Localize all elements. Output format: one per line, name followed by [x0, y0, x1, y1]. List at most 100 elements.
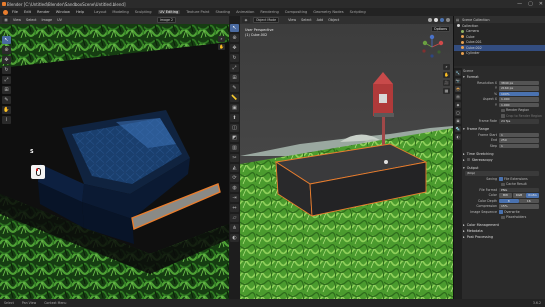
object-tab-icon[interactable]: ▣ — [455, 118, 461, 124]
annotate-tool-icon[interactable]: ✎ — [2, 96, 11, 104]
uv-image-canvas[interactable] — [0, 24, 229, 299]
tab-sculpting[interactable]: Sculpting — [135, 10, 152, 14]
relax-tool-icon[interactable]: ⌇ — [2, 116, 11, 124]
shrink-fatten-icon[interactable]: ⇔ — [230, 204, 239, 212]
cursor-tool-icon[interactable]: ⊕ — [2, 46, 11, 54]
outliner[interactable]: ▤ Scene Collection Collection Camera Cub… — [454, 16, 545, 66]
view-layer-tab-icon[interactable]: ▤ — [455, 94, 461, 100]
tool-tab-icon[interactable]: 🔧 — [455, 70, 461, 76]
zoom-icon[interactable]: ⌕ — [218, 36, 225, 42]
world-tab-icon[interactable]: ◯ — [455, 110, 461, 116]
select-box-icon[interactable]: ↖ — [230, 24, 239, 32]
frame-start-field[interactable]: 1 — [499, 132, 539, 137]
material-tab-icon[interactable]: ◐ — [455, 134, 461, 140]
tab-uv-editing[interactable]: UV Editing — [157, 10, 181, 14]
frame-step-field[interactable]: 1 — [499, 143, 539, 148]
uv-editor[interactable]: ▦ View Select Image UV Image 2 ↖ ⊕ ✥ ↻ ⤢… — [0, 16, 229, 299]
rotate-icon[interactable]: ↻ — [230, 54, 239, 62]
overwrite-checkbox[interactable] — [499, 210, 503, 214]
annotate-icon[interactable]: ✎ — [230, 84, 239, 92]
post-processing-panel-header[interactable]: ▸ Post Processing — [463, 234, 545, 240]
object-mode-dropdown[interactable]: Object Mode — [253, 17, 280, 23]
vp-menu-select[interactable]: Select — [301, 18, 311, 22]
file-format-dropdown[interactable]: PNG — [499, 187, 539, 192]
pan-icon[interactable]: ✋ — [218, 44, 225, 50]
stereoscopy-panel-header[interactable]: ▸ Stereoscopy — [463, 157, 545, 163]
color-rgba-button[interactable]: RGBA — [526, 193, 539, 198]
knife-icon[interactable]: ✂ — [230, 154, 239, 162]
tab-geometry-nodes[interactable]: Geometry Nodes — [313, 10, 343, 14]
uv-menu-image[interactable]: Image — [42, 18, 53, 22]
tab-texture-paint[interactable]: Texture Paint — [186, 10, 209, 14]
scale-tool-icon[interactable]: ⤢ — [2, 76, 11, 84]
minimize-button[interactable]: — — [517, 1, 522, 7]
select-tool-icon[interactable]: ↖ — [2, 36, 11, 44]
rip-icon[interactable]: ⋔ — [230, 224, 239, 232]
uv-menu-select[interactable]: Select — [26, 18, 36, 22]
menu-window[interactable]: Window — [56, 10, 70, 14]
output-path-field[interactable]: /tmp\ — [465, 171, 539, 176]
menu-file[interactable]: File — [12, 10, 18, 14]
frame-end-field[interactable]: 250 — [499, 138, 539, 143]
close-button[interactable]: ✕ — [539, 1, 543, 7]
editor-type-icon[interactable]: ▦ — [2, 17, 10, 23]
tab-compositing[interactable]: Compositing — [285, 10, 308, 14]
scale-icon[interactable]: ⤢ — [230, 64, 239, 72]
vp-menu-add[interactable]: Add — [317, 18, 324, 22]
color-rgb-button[interactable]: RGB — [512, 193, 526, 198]
resolution-y-field[interactable]: 2160 px — [499, 86, 539, 91]
transform-tool-icon[interactable]: ⊞ — [2, 86, 11, 94]
grid-view-icon[interactable]: ▦ — [443, 88, 450, 94]
measure-icon[interactable]: 📏 — [230, 94, 239, 102]
frame-rate-dropdown[interactable]: 24 fps — [499, 119, 539, 124]
tab-animation[interactable]: Animation — [236, 10, 254, 14]
vp-menu-view[interactable]: View — [288, 18, 296, 22]
solid-shading-icon[interactable] — [434, 18, 438, 22]
material-icon[interactable]: ◐ — [230, 234, 239, 242]
rotate-tool-icon[interactable]: ↻ — [2, 66, 11, 74]
loop-cut-icon[interactable]: ▥ — [230, 144, 239, 152]
vp-menu-object[interactable]: Object — [328, 18, 339, 22]
3d-cursor-icon[interactable]: ⊕ — [230, 34, 239, 42]
compression-slider[interactable]: 15% — [499, 204, 539, 209]
menu-render[interactable]: Render — [37, 10, 50, 14]
editor-type-3d-icon[interactable]: ◈ — [242, 17, 250, 23]
render-region-checkbox[interactable] — [501, 108, 505, 112]
tab-layout[interactable]: Layout — [94, 10, 106, 14]
render-tab-icon[interactable]: 📷 — [455, 78, 461, 84]
tab-shading[interactable]: Shading — [215, 10, 230, 14]
resolution-percent-field[interactable]: 100% — [499, 91, 539, 96]
add-cube-icon[interactable]: ▣ — [230, 104, 239, 112]
extrude-icon[interactable]: ⬆ — [230, 114, 239, 122]
outliner-item-cylinder[interactable]: Cylinder — [454, 51, 545, 57]
color-bw-button[interactable]: BW — [499, 193, 512, 198]
menu-edit[interactable]: Edit — [24, 10, 31, 14]
color-depth-8-button[interactable]: 8 — [499, 198, 519, 203]
maximize-button[interactable]: ▢ — [528, 1, 533, 7]
scene-tab-icon[interactable]: ◆ — [455, 102, 461, 108]
bevel-icon[interactable]: ◩ — [230, 134, 239, 142]
pan-view-icon[interactable]: ✋ — [443, 72, 450, 78]
options-dropdown[interactable]: Options — [430, 26, 450, 32]
move-tool-icon[interactable]: ✥ — [2, 56, 11, 64]
uv-menu-uv[interactable]: UV — [57, 18, 62, 22]
image-name-field[interactable]: Image 2 — [156, 17, 176, 23]
transform-icon[interactable]: ⊞ — [230, 74, 239, 82]
placeholders-checkbox[interactable] — [501, 215, 505, 219]
uv-menu-view[interactable]: View — [13, 18, 21, 22]
edge-slide-icon[interactable]: ⇥ — [230, 194, 239, 202]
smooth-icon[interactable]: ◍ — [230, 184, 239, 192]
menu-help[interactable]: Help — [76, 10, 84, 14]
material-shading-icon[interactable] — [440, 18, 444, 22]
blender-menu-icon[interactable] — [3, 9, 8, 15]
shear-icon[interactable]: ▱ — [230, 214, 239, 222]
crop-checkbox[interactable] — [501, 114, 505, 118]
camera-view-icon[interactable]: 🎥 — [443, 80, 450, 86]
move-icon[interactable]: ✥ — [230, 44, 239, 52]
cache-result-checkbox[interactable] — [501, 182, 505, 186]
grab-tool-icon[interactable]: ✋ — [2, 106, 11, 114]
tab-rendering[interactable]: Rendering — [260, 10, 278, 14]
zoom-view-icon[interactable]: ⌕ — [443, 64, 450, 70]
color-depth-16-button[interactable]: 16 — [519, 198, 539, 203]
rendered-shading-icon[interactable] — [446, 18, 450, 22]
